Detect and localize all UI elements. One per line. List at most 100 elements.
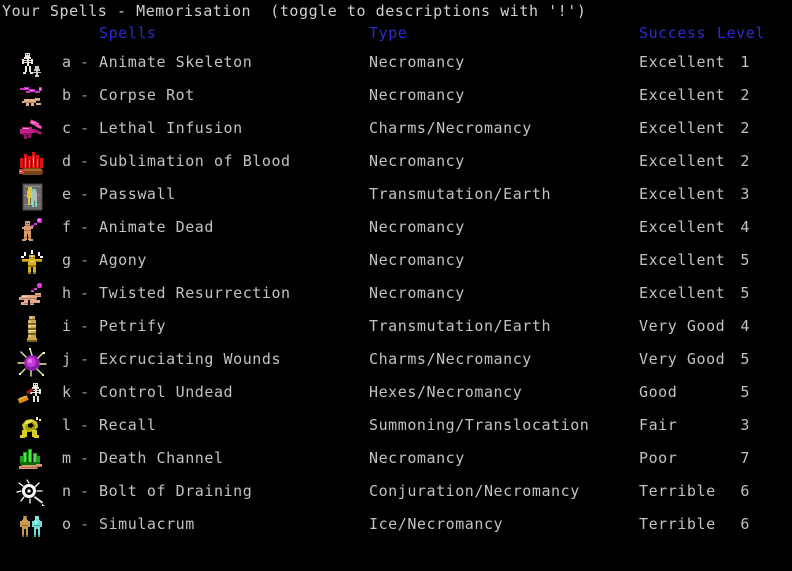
spell-row[interactable]: a - Animate Skeleton Necromancy Excellent 1 [0, 48, 792, 81]
spell-success-rate: Excellent [639, 53, 726, 71]
spell-list: a - Animate Skeleton Necromancy Excellent 1 b… [0, 48, 792, 543]
spell-hotkey-letter: h [62, 284, 72, 302]
spell-separator: - [80, 383, 90, 401]
spell-menu-screen: Your Spells - Memorisation (toggle to de… [0, 0, 792, 571]
spell-row[interactable]: i - Petrify Transmutation/Earth Very Good 4 [0, 312, 792, 345]
bolt-of-draining-icon [16, 479, 48, 509]
spell-level: 6 [740, 515, 750, 533]
spell-success-rate: Fair [639, 416, 678, 434]
spell-separator: - [80, 119, 90, 137]
spell-name: Twisted Resurrection [99, 284, 291, 302]
page-title: Your Spells - Memorisation (toggle to de… [2, 2, 587, 20]
spell-name: Control Undead [99, 383, 234, 401]
spell-name: Passwall [99, 185, 176, 203]
animate-skeleton-icon [16, 50, 48, 80]
spell-row[interactable]: d - Sublimation of Blood Necromancy Excellen… [0, 147, 792, 180]
spell-separator: - [80, 86, 90, 104]
spell-name: Lethal Infusion [99, 119, 243, 137]
spell-name: Animate Dead [99, 218, 214, 236]
column-header-level: Level [717, 24, 765, 42]
spell-row[interactable]: m - Death Channel Necromancy Poor 7 [0, 444, 792, 477]
spell-separator: - [80, 317, 90, 335]
spell-success-rate: Excellent [639, 119, 726, 137]
spell-type: Conjuration/Necromancy [369, 482, 580, 500]
corpse-rot-icon [16, 83, 48, 113]
spell-level: 3 [740, 416, 750, 434]
spell-hotkey-letter: n [62, 482, 72, 500]
spell-name: Agony [99, 251, 147, 269]
recall-icon [16, 413, 48, 443]
spell-name: Recall [99, 416, 157, 434]
spell-name: Corpse Rot [99, 86, 195, 104]
spell-separator: - [80, 185, 90, 203]
spell-type: Summoning/Translocation [369, 416, 590, 434]
spell-level: 4 [740, 317, 750, 335]
spell-row[interactable]: j - Excruciating Wounds Charms/Necromancy Ve… [0, 345, 792, 378]
spell-success-rate: Terrible [639, 515, 716, 533]
spell-type: Necromancy [369, 53, 465, 71]
column-header-type: Type [369, 24, 408, 42]
spell-success-rate: Excellent [639, 218, 726, 236]
spell-type: Charms/Necromancy [369, 119, 532, 137]
spell-hotkey-letter: i [62, 317, 72, 335]
spell-hotkey-letter: e [62, 185, 72, 203]
column-header-success: Success [639, 24, 707, 42]
spell-success-rate: Excellent [639, 251, 726, 269]
spell-level: 2 [740, 152, 750, 170]
spell-level: 1 [740, 53, 750, 71]
spell-separator: - [80, 53, 90, 71]
twisted-resurrection-icon [16, 281, 48, 311]
spell-type: Necromancy [369, 218, 465, 236]
spell-level: 5 [740, 284, 750, 302]
spell-level: 6 [740, 482, 750, 500]
spell-success-rate: Good [639, 383, 678, 401]
spell-type: Necromancy [369, 86, 465, 104]
spell-hotkey-letter: b [62, 86, 72, 104]
spell-row[interactable]: o - Simulacrum Ice/Necromancy Terrible 6 [0, 510, 792, 543]
spell-row[interactable]: f - Animate Dead Necromancy Excellent 4 [0, 213, 792, 246]
control-undead-icon [16, 380, 48, 410]
spell-hotkey-letter: f [62, 218, 72, 236]
spell-hotkey-letter: k [62, 383, 72, 401]
spell-name: Simulacrum [99, 515, 195, 533]
spell-row[interactable]: g - Agony Necromancy Excellent 5 [0, 246, 792, 279]
spell-level: 4 [740, 218, 750, 236]
spell-hotkey-letter: o [62, 515, 72, 533]
spell-type: Charms/Necromancy [369, 350, 532, 368]
spell-hotkey-letter: g [62, 251, 72, 269]
spell-name: Death Channel [99, 449, 224, 467]
spell-separator: - [80, 152, 90, 170]
simulacrum-icon [16, 512, 48, 542]
spell-separator: - [80, 284, 90, 302]
spell-type: Transmutation/Earth [369, 317, 552, 335]
spell-type: Necromancy [369, 251, 465, 269]
spell-row[interactable]: l - Recall Summoning/Translocation Fair 3 [0, 411, 792, 444]
spell-type: Transmutation/Earth [369, 185, 552, 203]
spell-row[interactable]: k - Control Undead Hexes/Necromancy Good 5 [0, 378, 792, 411]
spell-success-rate: Excellent [639, 284, 726, 302]
spell-separator: - [80, 482, 90, 500]
spell-hotkey-letter: m [62, 449, 72, 467]
spell-level: 5 [740, 350, 750, 368]
spell-separator: - [80, 350, 90, 368]
animate-dead-icon [16, 215, 48, 245]
spell-separator: - [80, 515, 90, 533]
spell-row[interactable]: h - Twisted Resurrection Necromancy Excellen… [0, 279, 792, 312]
spell-hotkey-letter: c [62, 119, 72, 137]
spell-success-rate: Very Good [639, 317, 726, 335]
spell-success-rate: Very Good [639, 350, 726, 368]
spell-hotkey-letter: l [62, 416, 72, 434]
spell-separator: - [80, 218, 90, 236]
petrify-icon [16, 314, 48, 344]
spell-hotkey-letter: j [62, 350, 72, 368]
spell-type: Hexes/Necromancy [369, 383, 523, 401]
spell-name: Excruciating Wounds [99, 350, 282, 368]
spell-row[interactable]: c - Lethal Infusion Charms/Necromancy Excell… [0, 114, 792, 147]
agony-icon [16, 248, 48, 278]
spell-level: 5 [740, 251, 750, 269]
spell-row[interactable]: b - Corpse Rot Necromancy Excellent 2 [0, 81, 792, 114]
spell-success-rate: Poor [639, 449, 678, 467]
spell-row[interactable]: n - Bolt of Draining Conjuration/Necromancy… [0, 477, 792, 510]
spell-row[interactable]: e - Passwall Transmutation/Earth Excellent 3 [0, 180, 792, 213]
spell-type: Necromancy [369, 152, 465, 170]
